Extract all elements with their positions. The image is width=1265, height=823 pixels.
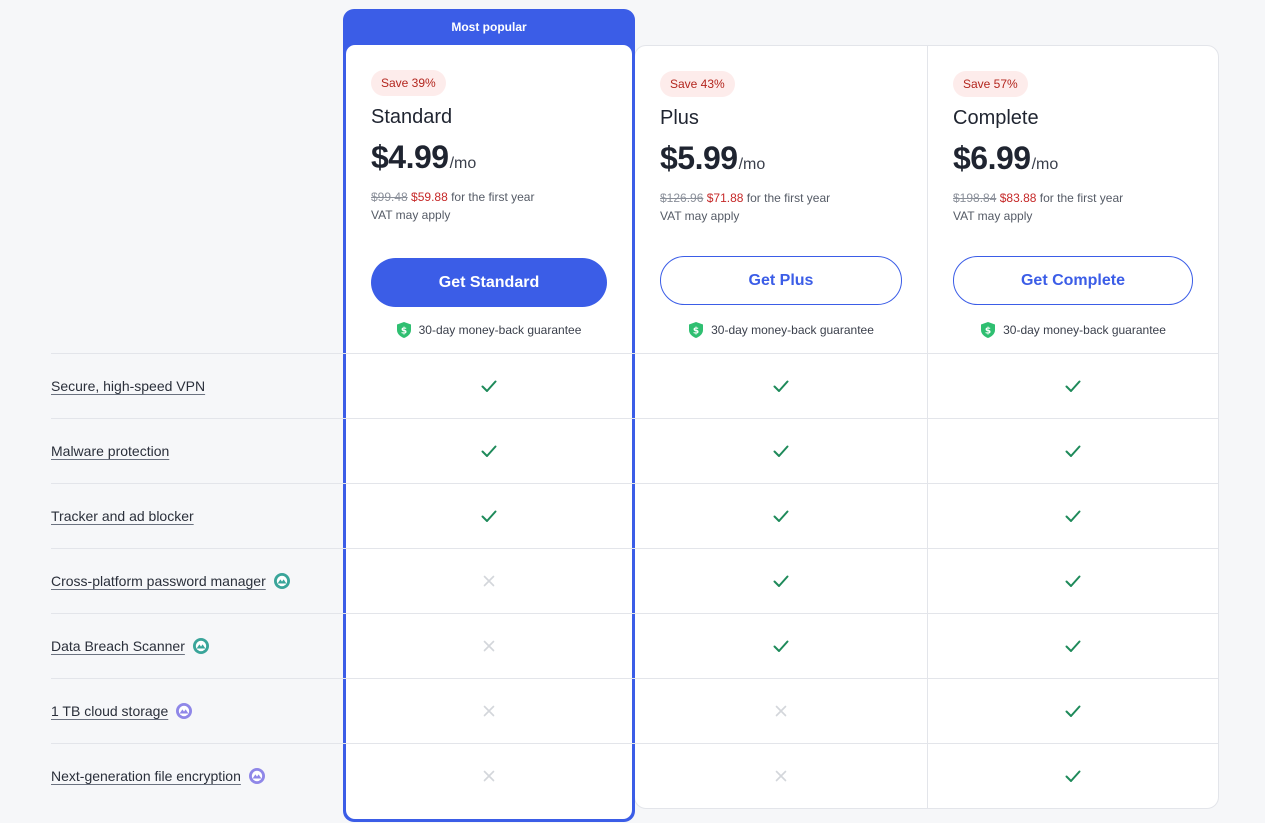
price-period: /mo [449,155,477,172]
password-manager-icon [273,572,290,589]
row-divider [51,743,1219,744]
get-standard-button[interactable]: Get Standard [371,258,607,307]
price-row: $5.99 /mo [660,140,830,177]
check-icon [773,510,789,522]
cross-icon [483,575,495,586]
price-period: /mo [738,156,766,173]
row-divider [51,483,1219,484]
guarantee-text: 30-day money-back guarantee [418,323,582,337]
row-divider [51,418,1219,419]
discount-price: $59.88 [411,190,448,204]
plan-header-complete: Save 57% Complete $6.99 /mo $198.84 $83.… [953,71,1123,225]
check-icon [481,380,497,392]
cross-icon [775,770,787,781]
billing-info: $126.96 $71.88 for the first year [660,189,830,207]
money-back-shield-icon: $ [689,322,704,338]
plan-price: $4.99 [371,139,449,175]
feature-label[interactable]: Secure, high-speed VPN [51,378,205,394]
vat-note: VAT may apply [953,209,1033,223]
plan-header-standard: Save 39% Standard $4.99 /mo $99.48 $59.8… [371,70,534,224]
feature-label[interactable]: Tracker and ad blocker [51,508,194,524]
discount-price: $71.88 [706,191,744,205]
money-back-shield-icon: $ [396,322,411,338]
check-icon [1065,445,1081,457]
billing-info: $99.48 $59.88 for the first year [371,188,534,206]
svg-text:$: $ [693,327,699,337]
plan-name: Plus [660,107,699,129]
column-divider [927,45,928,809]
cloud-storage-icon [176,702,193,719]
guarantee-complete: $ 30-day money-back guarantee [928,320,1219,340]
check-icon [773,575,789,587]
billing-period: for the first year [1039,191,1124,205]
row-divider [51,353,1219,354]
price-period: /mo [1031,156,1059,173]
money-back-shield-icon: $ [981,322,996,338]
save-badge: Save 57% [953,71,1028,97]
price-row: $4.99 /mo [371,139,534,176]
cloud-storage-icon [248,767,265,784]
plan-price: $5.99 [660,140,738,176]
vat-note: VAT may apply [660,209,740,223]
feature-row-label: Data Breach Scanner [51,636,209,656]
check-icon [773,445,789,457]
feature-label[interactable]: Next-generation file encryption [51,768,241,784]
pricing-comparison: Most popular Save 39% Standard $4.99 /mo… [0,0,1265,823]
feature-label[interactable]: Cross-platform password manager [51,573,266,589]
feature-label[interactable]: 1 TB cloud storage [51,703,168,719]
plan-header-plus: Save 43% Plus $5.99 /mo $126.96 $71.88 f… [660,71,830,225]
guarantee-text: 30-day money-back guarantee [1003,323,1166,337]
cross-icon [483,705,495,716]
feature-row-label: Cross-platform password manager [51,571,290,591]
old-price: $198.84 [953,191,997,205]
svg-text:$: $ [985,327,991,337]
old-price: $126.96 [660,191,704,205]
check-icon [1065,640,1081,652]
feature-row-label: Secure, high-speed VPN [51,376,205,396]
cross-icon [483,770,495,781]
guarantee-plus: $ 30-day money-back guarantee [636,320,927,340]
cross-icon [483,640,495,651]
feature-row-label: Next-generation file encryption [51,766,265,786]
save-badge: Save 39% [371,70,446,96]
row-divider [51,613,1219,614]
billing-period: for the first year [746,191,831,205]
get-complete-button[interactable]: Get Complete [953,256,1193,305]
feature-row-label: Malware protection [51,441,169,461]
guarantee-standard: $ 30-day money-back guarantee [346,320,632,340]
price-row: $6.99 /mo [953,140,1123,177]
check-icon [1065,575,1081,587]
plan-name: Complete [953,107,1039,129]
row-divider [51,678,1219,679]
feature-row-label: 1 TB cloud storage [51,701,193,721]
get-plus-button[interactable]: Get Plus [660,256,902,305]
most-popular-banner: Most popular [451,20,527,34]
cross-icon [775,705,787,716]
feature-label[interactable]: Data Breach Scanner [51,638,185,654]
row-divider [51,548,1219,549]
feature-row-label: Tracker and ad blocker [51,506,194,526]
check-icon [1065,510,1081,522]
check-icon [1065,705,1081,717]
vat-note: VAT may apply [371,208,451,222]
guarantee-text: 30-day money-back guarantee [711,323,874,337]
check-icon [481,510,497,522]
plan-name: Standard [371,106,453,128]
check-icon [481,445,497,457]
discount-price: $83.88 [999,191,1037,205]
billing-period: for the first year [451,190,535,204]
old-price: $99.48 [371,190,408,204]
check-icon [773,380,789,392]
billing-info: $198.84 $83.88 for the first year [953,189,1123,207]
check-icon [773,640,789,652]
svg-text:$: $ [400,327,406,337]
feature-label[interactable]: Malware protection [51,443,169,459]
check-icon [1065,380,1081,392]
save-badge: Save 43% [660,71,735,97]
check-icon [1065,770,1081,782]
plan-price: $6.99 [953,140,1031,176]
password-manager-icon [192,637,209,654]
